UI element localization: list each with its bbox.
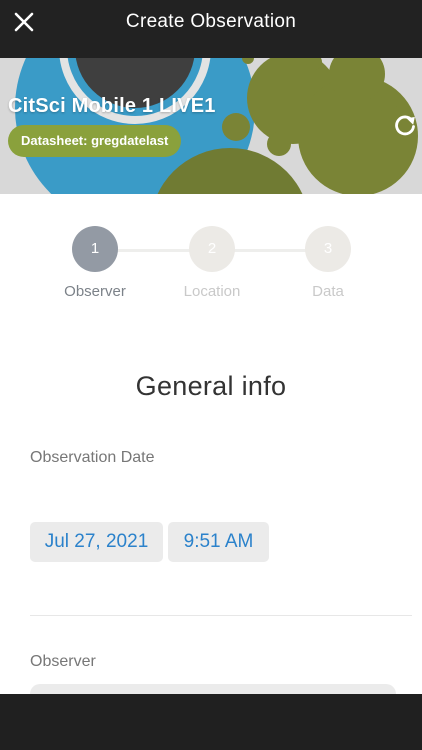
project-banner: CitSci Mobile 1 LIVE1 Datasheet: gregdat…	[0, 58, 422, 194]
section-title: General info	[135, 371, 287, 401]
divider	[30, 615, 412, 616]
date-picker-button[interactable]: Jul 27, 2021	[30, 522, 163, 562]
step-label: Location	[183, 283, 241, 300]
project-title: CitSci Mobile 1 LIVE1	[8, 95, 216, 117]
step-location[interactable]: 2 Location	[162, 226, 262, 300]
page-title: Create Observation	[125, 11, 297, 32]
refresh-button[interactable]	[392, 112, 418, 138]
step-number: 3	[305, 226, 351, 272]
step-number: 2	[189, 226, 235, 272]
datasheet-badge: Datasheet: gregdatelast	[8, 125, 182, 157]
progress-stepper: 1 Observer 2 Location 3 Data	[0, 226, 422, 306]
time-picker-button[interactable]: 9:51 AM	[168, 522, 269, 562]
observation-date-label: Observation Date	[30, 449, 155, 466]
refresh-icon	[395, 115, 415, 136]
observer-label: Observer	[30, 653, 96, 670]
step-label: Observer	[64, 283, 126, 300]
bottom-bar	[0, 694, 422, 750]
top-app-bar: Create Observation	[0, 0, 422, 58]
step-observer[interactable]: 1 Observer	[45, 226, 145, 300]
step-number: 1	[72, 226, 118, 272]
step-data[interactable]: 3 Data	[278, 226, 378, 300]
step-label: Data	[312, 283, 344, 300]
